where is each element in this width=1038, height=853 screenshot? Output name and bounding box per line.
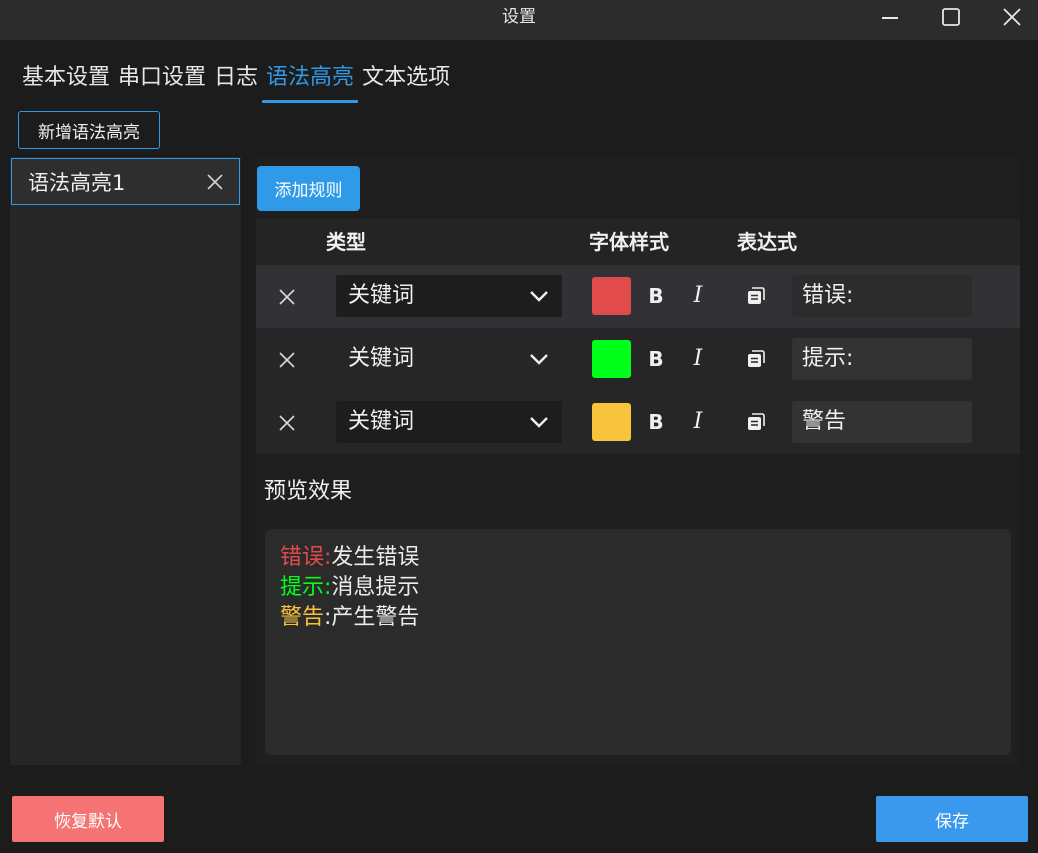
header-type: 类型 <box>326 230 366 254</box>
italic-toggle[interactable]: I <box>690 280 706 312</box>
rule-type-select[interactable]: 关键词 <box>336 338 562 380</box>
rule-type-value: 关键词 <box>348 283 415 308</box>
copy-icon[interactable] <box>746 349 766 369</box>
tab-basic-settings[interactable]: 基本设置 <box>18 60 114 104</box>
preview-keyword: 提示: <box>280 575 332 600</box>
restore-defaults-button[interactable]: 恢复默认 <box>12 796 164 842</box>
minimize-button[interactable] <box>860 0 920 34</box>
preview-box: 错误:发生错误 提示:消息提示 警告:产生警告 <box>265 529 1011 755</box>
highlight-list-item[interactable]: 语法高亮1 <box>11 158 240 205</box>
bold-toggle[interactable]: B <box>648 280 664 312</box>
rule-row: 关键词 B I <box>256 391 1020 454</box>
header-expression: 表达式 <box>737 230 797 254</box>
preview-line: 警告:产生警告 <box>280 603 996 633</box>
rule-type-select[interactable]: 关键词 <box>336 401 562 443</box>
title-bar: 设置 <box>0 0 1038 40</box>
bold-toggle[interactable]: B <box>648 406 664 438</box>
chevron-down-icon <box>530 354 548 365</box>
italic-toggle[interactable]: I <box>690 406 706 438</box>
close-button[interactable] <box>982 0 1038 34</box>
maximize-icon <box>942 8 960 26</box>
preview-line: 提示:消息提示 <box>280 573 996 603</box>
rule-type-value: 关键词 <box>348 409 415 434</box>
preview-line: 错误:发生错误 <box>280 543 996 573</box>
preview-keyword: 错误: <box>280 545 332 570</box>
minimize-icon <box>882 17 898 19</box>
preview-text: 消息提示 <box>331 575 420 600</box>
copy-icon[interactable] <box>746 286 766 306</box>
tab-log[interactable]: 日志 <box>210 60 262 104</box>
rules-table-header: 类型 字体样式 表达式 <box>256 219 1020 265</box>
highlight-list: 语法高亮1 <box>10 157 241 765</box>
rule-row: 关键词 B I <box>256 265 1020 328</box>
add-highlight-button[interactable]: 新增语法高亮 <box>18 111 160 149</box>
color-swatch[interactable] <box>592 277 631 315</box>
settings-tabs: 基本设置 串口设置 日志 语法高亮 文本选项 <box>18 60 454 104</box>
expression-input[interactable] <box>792 275 972 317</box>
delete-rule-icon[interactable] <box>276 286 298 308</box>
save-button[interactable]: 保存 <box>876 796 1028 842</box>
color-swatch[interactable] <box>592 403 631 441</box>
header-font-style: 字体样式 <box>589 230 669 254</box>
italic-toggle[interactable]: I <box>690 343 706 375</box>
bold-toggle[interactable]: B <box>648 343 664 375</box>
delete-rule-icon[interactable] <box>276 412 298 434</box>
preview-text: 发生错误 <box>331 545 420 570</box>
expression-input[interactable] <box>792 338 972 380</box>
close-icon <box>1003 8 1021 26</box>
rule-row: 关键词 B I <box>256 328 1020 391</box>
maximize-button[interactable] <box>921 0 981 34</box>
tab-serial-settings[interactable]: 串口设置 <box>114 60 210 104</box>
copy-icon[interactable] <box>746 412 766 432</box>
rule-type-select[interactable]: 关键词 <box>336 275 562 317</box>
color-swatch[interactable] <box>592 340 631 378</box>
rule-type-value: 关键词 <box>348 346 415 371</box>
tab-text-options[interactable]: 文本选项 <box>358 60 454 104</box>
delete-rule-icon[interactable] <box>276 349 298 371</box>
preview-text: :产生警告 <box>324 605 420 630</box>
preview-keyword: 警告 <box>280 605 325 630</box>
expression-input[interactable] <box>792 401 972 443</box>
highlight-list-item-label: 语法高亮1 <box>28 170 126 195</box>
chevron-down-icon <box>530 291 548 302</box>
preview-label: 预览效果 <box>264 479 353 504</box>
tab-syntax-highlight[interactable]: 语法高亮 <box>262 60 359 104</box>
add-rule-button[interactable]: 添加规则 <box>257 166 360 211</box>
remove-highlight-icon[interactable] <box>205 172 225 192</box>
chevron-down-icon <box>530 417 548 428</box>
rules-panel: 添加规则 类型 字体样式 表达式 关键词 B I 关键词 B I <box>256 157 1020 765</box>
